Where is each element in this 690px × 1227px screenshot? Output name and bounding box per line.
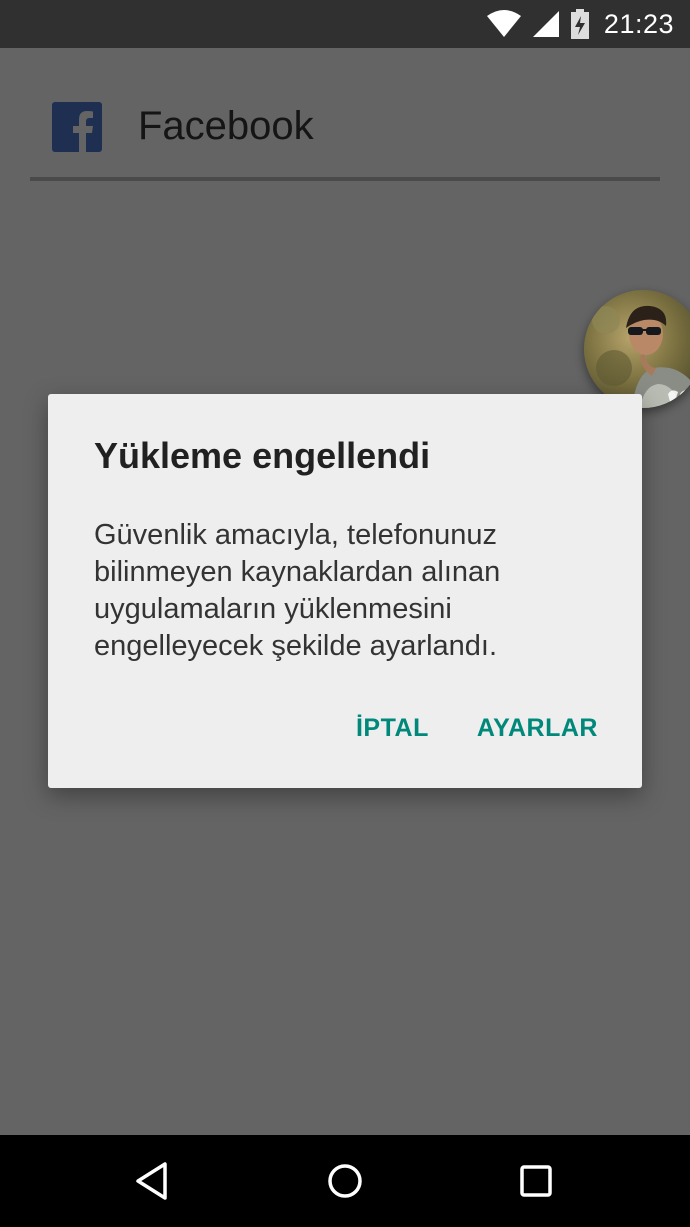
app-header: Facebook [0, 48, 690, 183]
dialog-message: Güvenlik amacıyla, telefonunuz bilinmeye… [94, 519, 501, 662]
status-icons: 21:23 [486, 0, 674, 48]
navigation-bar [0, 1135, 690, 1227]
dialog-actions: İPTAL AYARLAR [356, 704, 598, 752]
signal-icon [532, 11, 559, 37]
status-bar: 21:23 [0, 0, 690, 48]
back-icon[interactable] [129, 1157, 177, 1205]
header-divider [30, 177, 660, 181]
clock: 21:23 [603, 8, 674, 39]
install-blocked-dialog: Yükleme engellendi Güvenlik amacıyla, te… [48, 394, 642, 788]
avatar [584, 290, 690, 408]
facebook-logo-icon [52, 102, 102, 152]
dialog-title: Yükleme engellendi [94, 435, 431, 476]
wifi-icon [486, 10, 521, 37]
cancel-button[interactable]: İPTAL [356, 704, 429, 752]
app-title: Facebook [138, 104, 314, 148]
recents-icon[interactable] [512, 1157, 560, 1205]
home-icon[interactable] [321, 1157, 369, 1205]
settings-button[interactable]: AYARLAR [477, 704, 598, 752]
screen: 21:23 Facebook Yükleme engellendi Güvenl… [0, 0, 690, 1227]
chat-head-avatar[interactable] [584, 290, 690, 408]
battery-charging-icon [570, 9, 589, 39]
